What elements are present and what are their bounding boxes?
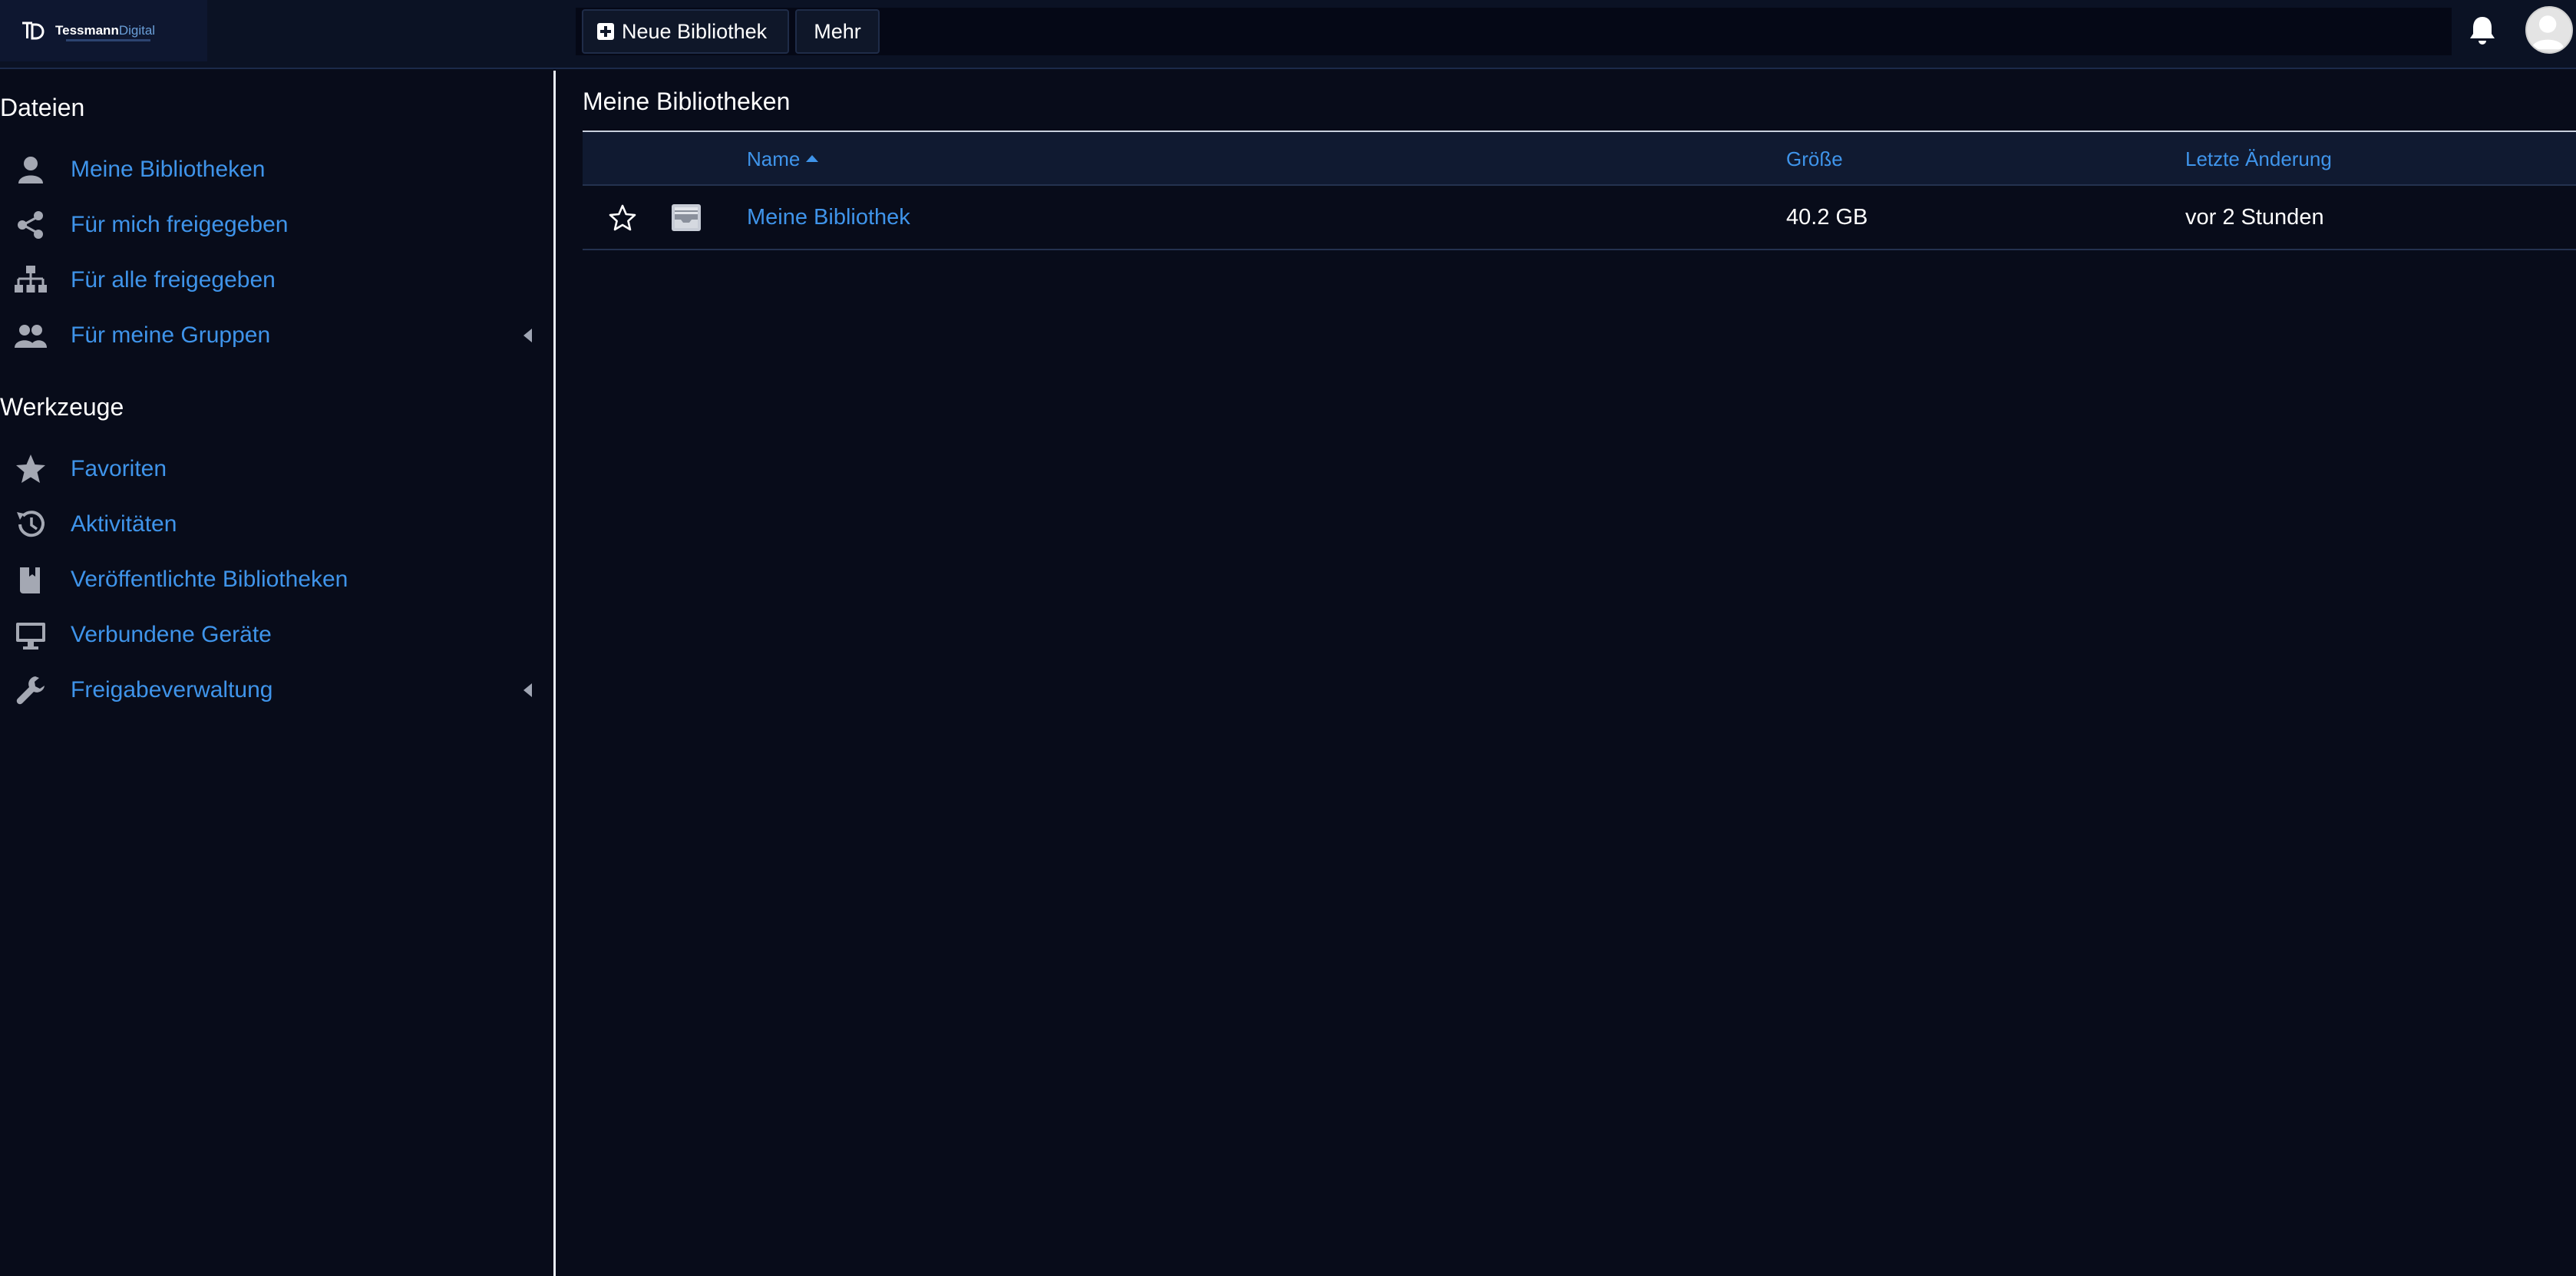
- sidebar-item-label: Veröffentlichte Bibliotheken: [71, 567, 348, 592]
- user-icon: [14, 153, 48, 187]
- section-title-files: Dateien: [0, 94, 85, 121]
- share-icon: [14, 208, 48, 242]
- sidebar-item-shared-with-me[interactable]: Für mich freigegeben: [0, 201, 545, 249]
- logo-tagline-line: [66, 39, 150, 41]
- column-header-size[interactable]: Größe: [1786, 147, 1843, 171]
- logo-text: TessmannDigital: [55, 23, 156, 38]
- history-icon: [14, 507, 48, 541]
- sidebar-item-label: Verbundene Geräte: [71, 622, 272, 647]
- logo-mark-icon: [22, 21, 45, 40]
- sidebar-item-label: Favoriten: [71, 456, 167, 481]
- sidebar-item-my-groups[interactable]: Für meine Gruppen: [0, 312, 545, 359]
- sidebar-item-label: Aktivitäten: [71, 511, 177, 537]
- caret-left-icon[interactable]: [523, 683, 532, 697]
- sidebar-item-published-libraries[interactable]: Veröffentlichte Bibliotheken: [0, 556, 545, 603]
- sidebar-item-label: Meine Bibliotheken: [71, 157, 266, 182]
- more-button[interactable]: Mehr: [795, 9, 880, 54]
- column-header-name[interactable]: Name: [747, 147, 819, 171]
- library-icon: [669, 200, 704, 235]
- plus-square-icon: [597, 23, 614, 40]
- sidebar-item-shared-with-all[interactable]: Für alle freigegeben: [0, 256, 545, 304]
- sidebar-item-label: Für alle freigegeben: [71, 267, 276, 293]
- group-icon: [14, 319, 48, 352]
- book-icon: [14, 563, 48, 597]
- top-header: TessmannDigital Neue Bibliothek Mehr: [0, 0, 2576, 69]
- column-header-modified[interactable]: Letzte Änderung: [2185, 147, 2332, 171]
- page-title: Meine Bibliotheken: [583, 88, 791, 115]
- more-label: Mehr: [814, 19, 861, 43]
- sort-ascending-icon: [806, 154, 819, 162]
- sidebar-item-connected-devices[interactable]: Verbundene Geräte: [0, 611, 545, 659]
- section-title-tools: Werkzeuge: [0, 393, 124, 421]
- library-modified: vor 2 Stunden: [2185, 205, 2324, 230]
- sidebar-item-favorites[interactable]: Favoriten: [0, 445, 545, 493]
- caret-left-icon[interactable]: [523, 329, 532, 342]
- library-name-link[interactable]: Meine Bibliothek: [747, 205, 910, 230]
- star-icon: [14, 452, 48, 486]
- logo[interactable]: TessmannDigital: [0, 0, 207, 61]
- sidebar-item-share-admin[interactable]: Freigabeverwaltung: [0, 666, 545, 714]
- sidebar-item-my-libraries[interactable]: Meine Bibliotheken: [0, 146, 545, 193]
- star-outline-icon[interactable]: [607, 203, 638, 233]
- sidebar-item-label: Für mich freigegeben: [71, 212, 289, 237]
- sitemap-icon: [14, 263, 48, 297]
- library-size: 40.2 GB: [1786, 205, 1868, 230]
- sidebar-item-label: Für meine Gruppen: [71, 322, 271, 348]
- sidebar-item-activities[interactable]: Aktivitäten: [0, 501, 545, 548]
- sidebar-item-label: Freigabeverwaltung: [71, 677, 273, 702]
- sidebar: Dateien Meine Bibliotheken Für mich frei…: [0, 71, 556, 1276]
- new-library-label: Neue Bibliothek: [622, 19, 768, 43]
- bell-icon[interactable]: [2465, 14, 2499, 48]
- table-header: Name Größe Letzte Änderung: [583, 132, 2576, 186]
- table-row[interactable]: Meine Bibliothek 40.2 GB vor 2 Stunden: [583, 186, 2576, 250]
- monitor-icon: [14, 618, 48, 652]
- avatar[interactable]: [2525, 6, 2573, 54]
- new-library-button[interactable]: Neue Bibliothek: [582, 9, 789, 54]
- wrench-icon: [14, 673, 48, 707]
